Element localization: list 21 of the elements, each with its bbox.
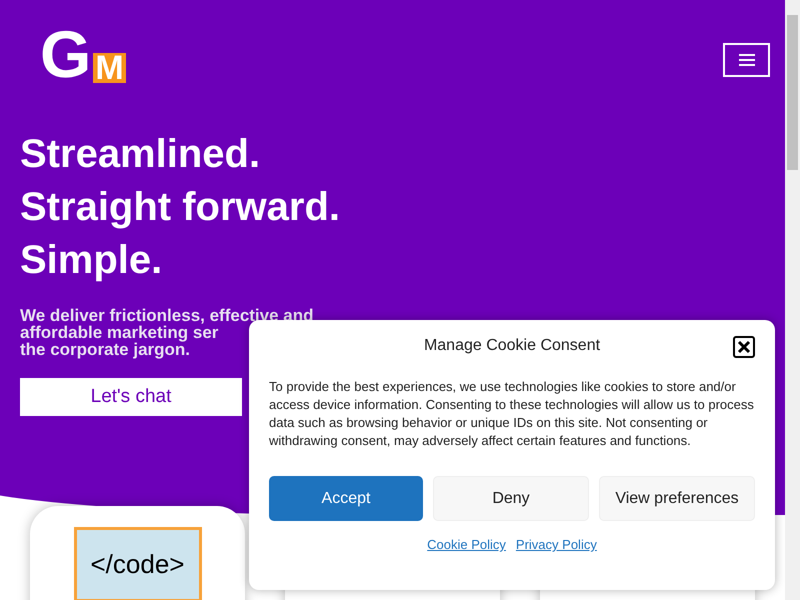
consent-button[interactable]: Deny <box>433 476 589 521</box>
code-illustration: </code> <box>74 527 202 600</box>
menu-icon <box>738 54 754 66</box>
headline: Simple. <box>20 237 162 284</box>
hero-subtitle: affordable marketing ser <box>20 324 218 341</box>
dialog-title: Manage Cookie Consent <box>424 336 600 356</box>
consent-button[interactable]: Accept <box>269 476 423 521</box>
menu-button[interactable] <box>723 43 770 77</box>
close-button[interactable] <box>733 336 755 358</box>
logo[interactable]: G M <box>40 25 126 83</box>
dialog-body: To provide the best experiences, we use technologies like cookies to store and/or access device information. Consenting to these technologies will allow us to process data such as browsing behavior or unique IDs on this site. Not consenting or withdrawing consent, may adversely affect certain features and functions. <box>269 378 755 450</box>
close-icon <box>737 340 751 354</box>
headline: Streamlined. <box>20 131 260 178</box>
lets-chat-button[interactable]: Let's chat <box>20 378 242 416</box>
scrollbar-thumb[interactable] <box>787 15 798 170</box>
policy-link[interactable]: Privacy Policy <box>516 535 597 554</box>
scrollbar[interactable] <box>785 0 800 600</box>
headline: Straight forward. <box>20 184 340 231</box>
hero-subtitle: the corporate jargon. <box>20 341 190 358</box>
consent-button[interactable]: View preferences <box>599 476 755 521</box>
policy-link[interactable]: Cookie Policy <box>427 535 506 554</box>
